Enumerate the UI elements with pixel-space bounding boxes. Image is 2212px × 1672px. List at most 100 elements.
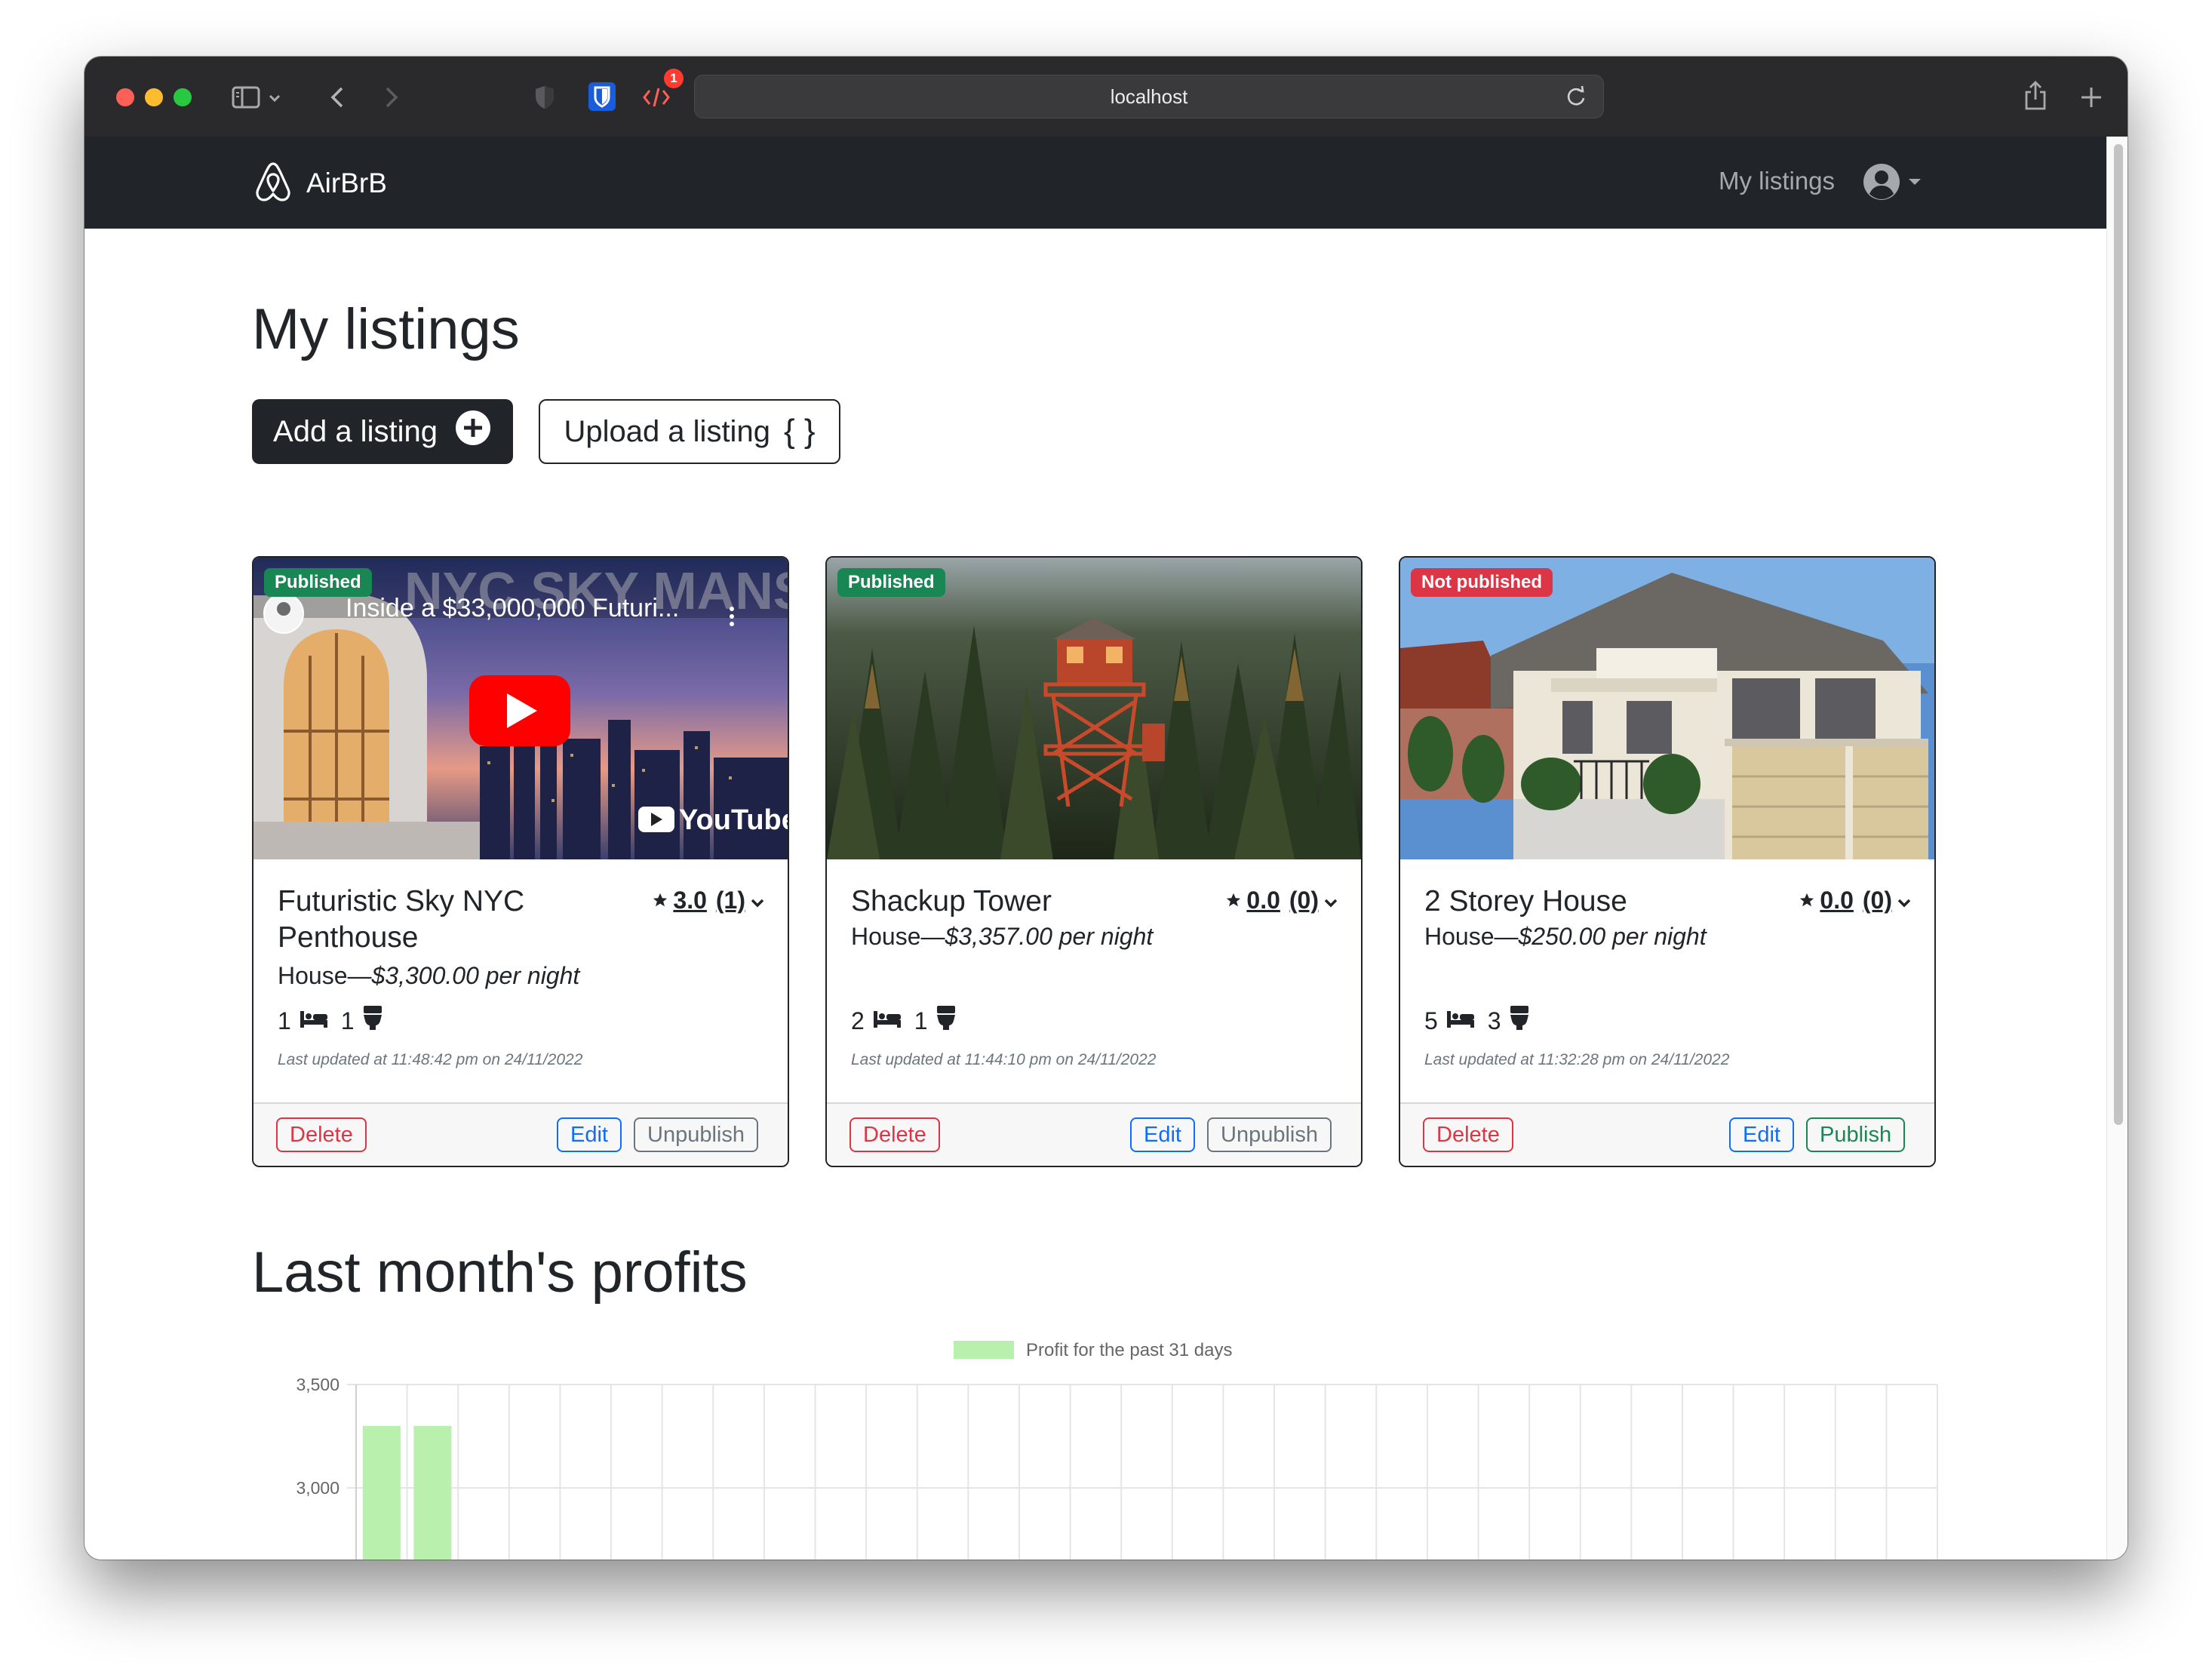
card-footer: Delete Edit Unpublish (827, 1102, 1361, 1166)
listing-video-thumbnail[interactable]: NYC SKY MANSION Inside a $33,000,000 Fut… (253, 558, 788, 859)
new-tab-icon[interactable] (2076, 82, 2106, 112)
last-updated: Last updated at 11:32:28 pm on 24/11/202… (1424, 1051, 1730, 1068)
extension-badge: 1 (664, 69, 684, 88)
user-menu-toggle[interactable] (1862, 162, 1922, 205)
zoom-window-button[interactable] (174, 88, 192, 106)
chevron-down-icon[interactable] (266, 87, 284, 109)
toilet-icon (362, 1004, 383, 1037)
profit-chart: Profit for the past 31 days3,5003,0002,5… (296, 1340, 1938, 1560)
publish-button[interactable]: Publish (1806, 1117, 1906, 1152)
back-icon[interactable] (326, 82, 349, 112)
bath-count: 1 (340, 1007, 355, 1034)
forward-icon[interactable] (380, 82, 403, 112)
braces-icon: { } (783, 413, 816, 450)
card-footer: Delete Edit Publish (1400, 1102, 1934, 1166)
scrollbar-thumb[interactable] (2114, 144, 2123, 1125)
listing-card: Not published 2 Storey House 0.0 (0) Hou… (1399, 556, 1936, 1167)
bed-icon (299, 1007, 329, 1035)
rating-toggle[interactable]: 0.0 (0) (1225, 887, 1338, 914)
sidebar-icon[interactable] (229, 82, 263, 112)
listing-photo (827, 558, 1361, 859)
toilet-icon (1509, 1004, 1530, 1037)
review-count: (0) (1289, 887, 1319, 914)
minimize-window-button[interactable] (145, 88, 163, 106)
listing-photo (1400, 558, 1934, 859)
listing-type: House (1424, 923, 1495, 950)
bed-icon (1445, 1007, 1476, 1035)
brand-name: AirBrB (306, 168, 387, 198)
delete-button[interactable]: Delete (849, 1117, 940, 1152)
bath-count: 1 (914, 1007, 928, 1034)
rating-value: 0.0 (1246, 887, 1280, 914)
listing-type: House (278, 962, 348, 989)
brand-link[interactable]: AirBrB (253, 161, 387, 204)
listing-amenities: 5 3 (1424, 1004, 1530, 1037)
edit-button[interactable]: Edit (557, 1117, 622, 1152)
y-tick-label: 3,000 (296, 1478, 339, 1498)
unpublish-button[interactable]: Unpublish (1207, 1117, 1332, 1152)
share-icon[interactable] (2020, 78, 2051, 114)
caret-down-icon (1907, 177, 1922, 191)
upload-listing-button[interactable]: Upload a listing { } (539, 399, 840, 464)
y-tick-label: 3,500 (296, 1375, 339, 1394)
nav-my-listings[interactable]: My listings (1719, 167, 1835, 195)
bed-count: 5 (1424, 1007, 1438, 1034)
url-text: localhost (1110, 85, 1188, 108)
rating-toggle[interactable]: 0.0 (0) (1799, 887, 1912, 914)
status-badge: Published (264, 568, 372, 597)
listing-price: $3,300.00 per night (371, 962, 580, 989)
reload-icon[interactable] (1562, 83, 1590, 110)
review-count: (1) (715, 887, 745, 914)
youtube-wordmark: YouTube (679, 804, 788, 836)
chevron-down-icon (1323, 887, 1338, 914)
listing-type-price: House—$3,300.00 per night (278, 962, 580, 989)
rating-value: 3.0 (673, 887, 707, 914)
bed-count: 2 (851, 1007, 865, 1034)
star-icon (652, 887, 668, 914)
review-count: (0) (1862, 887, 1892, 914)
delete-button[interactable]: Delete (276, 1117, 367, 1152)
video-title: Inside a $33,000,000 Futuri... (346, 594, 679, 622)
app-navbar: AirBrB My listings (84, 137, 2106, 229)
listing-title: Shackup Tower (851, 885, 1052, 917)
unpublish-button[interactable]: Unpublish (634, 1117, 758, 1152)
chart-bar (413, 1425, 452, 1560)
chevron-down-icon (1897, 887, 1912, 914)
edit-button[interactable]: Edit (1130, 1117, 1195, 1152)
upload-listing-label: Upload a listing (564, 414, 770, 448)
profits-title: Last month's profits (252, 1240, 748, 1305)
star-icon (1799, 887, 1815, 914)
close-window-button[interactable] (116, 88, 134, 106)
toilet-icon (935, 1004, 957, 1037)
bed-count: 1 (278, 1007, 291, 1034)
listing-price: $250.00 per night (1518, 923, 1707, 950)
listing-amenities: 1 1 (278, 1004, 383, 1037)
browser-window: 1 localhost AirBrB My listings My listin… (84, 57, 2128, 1560)
address-bar[interactable]: localhost (694, 75, 1604, 118)
edit-button[interactable]: Edit (1729, 1117, 1794, 1152)
chevron-down-icon (750, 887, 765, 914)
add-listing-button[interactable]: Add a listing (252, 399, 513, 464)
delete-button[interactable]: Delete (1423, 1117, 1513, 1152)
bitwarden-icon[interactable] (587, 81, 617, 112)
chart-bar (362, 1425, 401, 1560)
status-badge: Published (837, 568, 945, 597)
legend-label: Profit for the past 31 days (1026, 1340, 1232, 1360)
listing-amenities: 2 1 (851, 1004, 957, 1037)
status-badge: Not published (1411, 568, 1553, 597)
last-updated: Last updated at 11:48:42 pm on 24/11/202… (278, 1051, 583, 1068)
listing-title: Futuristic Sky NYC Penthouse (278, 885, 525, 954)
bed-icon (872, 1007, 902, 1035)
add-listing-label: Add a listing (273, 414, 438, 448)
developer-tools-icon[interactable] (641, 82, 671, 112)
page-title: My listings (252, 297, 520, 361)
star-icon (1225, 887, 1242, 914)
listing-type-price: House—$250.00 per night (1424, 923, 1707, 950)
legend-swatch (954, 1341, 1014, 1359)
browser-toolbar: 1 localhost (84, 57, 2128, 137)
privacy-shield-icon[interactable] (531, 82, 558, 112)
bath-count: 3 (1487, 1007, 1501, 1034)
listing-card: Published Shackup Tower 0.0 (0) House—$3… (825, 556, 1363, 1167)
rating-value: 0.0 (1820, 887, 1854, 914)
rating-toggle[interactable]: 3.0 (1) (652, 887, 765, 914)
